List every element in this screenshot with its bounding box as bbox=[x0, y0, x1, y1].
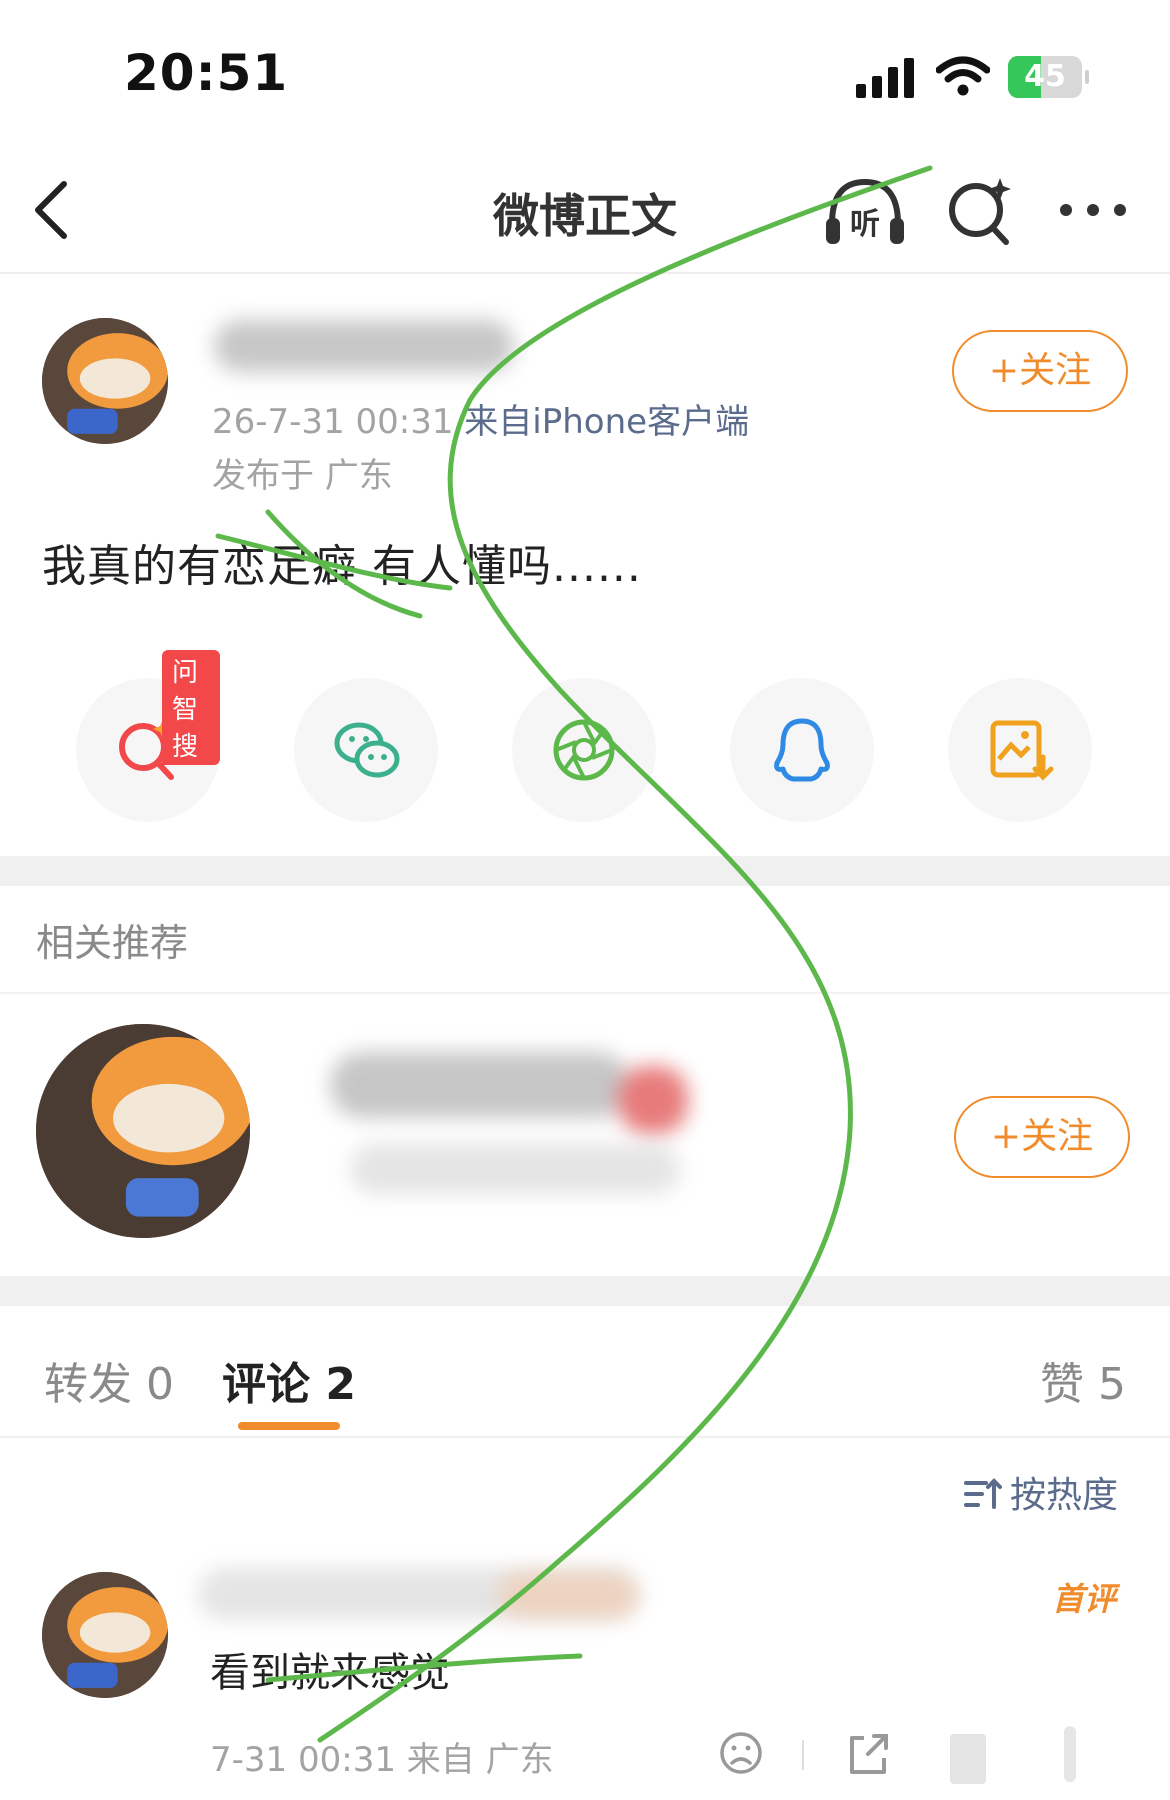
share-wechat-button[interactable] bbox=[294, 678, 438, 822]
share-row: 问智搜 bbox=[0, 650, 1170, 826]
comment-text: 看到就来感觉 bbox=[210, 1650, 450, 1696]
author-avatar[interactable] bbox=[42, 318, 168, 444]
active-tab-indicator bbox=[238, 1422, 340, 1430]
section-divider bbox=[0, 856, 1170, 886]
commenter-avatar[interactable] bbox=[42, 1572, 168, 1698]
ai-search-icon[interactable] bbox=[944, 174, 1014, 248]
sad-face-icon[interactable] bbox=[718, 1728, 764, 1778]
recommended-follow-button[interactable]: +关注 bbox=[954, 1096, 1130, 1178]
follow-button[interactable]: +关注 bbox=[952, 330, 1128, 412]
tab-likes[interactable]: 赞 5 bbox=[1040, 1348, 1126, 1412]
commenter-badge-redacted bbox=[498, 1572, 638, 1618]
recommend-header: 相关推荐 bbox=[36, 921, 189, 965]
recommended-user-name-redacted bbox=[330, 1052, 630, 1118]
save-image-button[interactable] bbox=[948, 678, 1092, 822]
comment-meta: 7-31 00:31 来自 广东 bbox=[210, 1740, 554, 1780]
share-moments-button[interactable] bbox=[512, 678, 656, 822]
post-text: 我真的有恋足癖 有人懂吗...... bbox=[42, 541, 642, 592]
share-qq-button[interactable] bbox=[730, 678, 874, 822]
author-name-redacted bbox=[214, 320, 514, 372]
comment-action-placeholder[interactable] bbox=[950, 1734, 986, 1784]
wechat-icon bbox=[334, 722, 400, 778]
first-comment-badge: 首评 bbox=[1052, 1580, 1117, 1618]
recommended-user-badge-redacted bbox=[618, 1066, 688, 1134]
qq-penguin-icon bbox=[774, 718, 830, 782]
status-time: 20:51 bbox=[124, 44, 289, 102]
battery-icon: 45 bbox=[1008, 56, 1089, 98]
wifi-icon bbox=[936, 56, 990, 96]
sort-toggle[interactable]: 按热度 bbox=[964, 1466, 1118, 1518]
share-ai-search-button[interactable]: 问智搜 bbox=[76, 650, 220, 822]
sort-label: 按热度 bbox=[1010, 1475, 1119, 1516]
sort-icon bbox=[964, 1478, 1002, 1509]
tab-comments[interactable]: 评论 2 bbox=[222, 1348, 356, 1412]
recommend-divider bbox=[0, 992, 1170, 994]
recommended-user-desc-redacted bbox=[350, 1144, 680, 1194]
listen-label: 听 bbox=[850, 207, 880, 242]
ai-search-badge: 问智搜 bbox=[162, 650, 220, 765]
recommended-user-avatar[interactable] bbox=[36, 1024, 250, 1238]
status-bar: 20:51 45 bbox=[0, 0, 1170, 150]
nav-bar: 微博正文 听 bbox=[0, 150, 1170, 274]
comment-action-placeholder[interactable] bbox=[1064, 1726, 1076, 1782]
post-source[interactable]: 来自iPhone客户端 bbox=[464, 402, 749, 442]
cellular-signal-icon bbox=[856, 58, 914, 98]
weibo-post: 26-7-31 00:31 来自iPhone客户端 发布于 广东 +关注 我真的… bbox=[0, 274, 1170, 856]
headphones-listen-icon[interactable]: 听 bbox=[822, 174, 908, 248]
post-location: 发布于 广东 bbox=[212, 456, 393, 496]
more-options-icon[interactable] bbox=[1058, 190, 1128, 230]
share-out-icon[interactable] bbox=[844, 1728, 892, 1778]
section-divider bbox=[0, 1276, 1170, 1306]
save-image-icon bbox=[990, 720, 1054, 781]
tab-repost[interactable]: 转发 0 bbox=[44, 1348, 174, 1412]
battery-percentage: 45 bbox=[1024, 59, 1066, 94]
moments-aperture-icon bbox=[553, 719, 615, 781]
post-meta: 26-7-31 00:31 来自iPhone客户端 bbox=[212, 394, 749, 443]
comment-action-divider bbox=[802, 1740, 804, 1770]
post-tabs: 转发 0 评论 2 赞 5 bbox=[0, 1306, 1170, 1438]
post-time: 26-7-31 00:31 bbox=[212, 402, 465, 442]
